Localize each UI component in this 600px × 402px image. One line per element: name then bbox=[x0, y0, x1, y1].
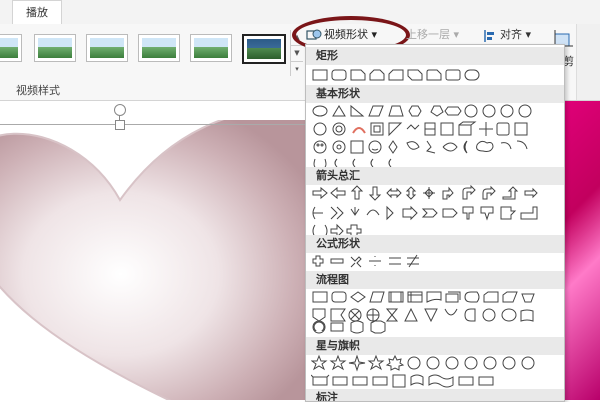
video-style-thumb-4[interactable] bbox=[138, 34, 180, 62]
resize-handle-top[interactable] bbox=[115, 120, 125, 130]
category-flowchart: 流程图 bbox=[306, 271, 564, 289]
align-label: 对齐 bbox=[500, 28, 522, 41]
shapes-stars-rows bbox=[311, 355, 551, 389]
category-rectangles: 矩形 bbox=[306, 47, 564, 65]
basic-shapes-icons[interactable] bbox=[311, 103, 541, 169]
gallery-more-icon[interactable]: ▾ bbox=[291, 62, 303, 77]
shapes-arrows-rows bbox=[311, 185, 551, 237]
video-styles-group-label: 视频样式 bbox=[16, 84, 60, 97]
video-style-thumb-3[interactable] bbox=[86, 34, 128, 62]
bring-forward-button[interactable]: 上移一层 ▾ bbox=[392, 24, 459, 46]
video-shape-dropdown: 矩形 基本形状 箭头总汇 公式形状 流程图 星与旗帜 标注 bbox=[305, 44, 565, 402]
category-block-arrows: 箭头总汇 bbox=[306, 167, 564, 185]
rectangle-shapes-icons[interactable] bbox=[311, 67, 481, 83]
flowchart-shapes-icons-row3[interactable] bbox=[311, 319, 391, 335]
tab-playback[interactable]: 播放 bbox=[12, 0, 62, 25]
dropdown-arrow-icon: ▾ bbox=[450, 28, 460, 41]
block-arrow-shapes-icons[interactable] bbox=[311, 185, 551, 237]
gallery-down-icon[interactable]: ▼ bbox=[291, 46, 303, 62]
ribbon-tab-bar bbox=[0, 0, 600, 25]
video-style-thumb-1[interactable] bbox=[0, 34, 22, 62]
align-button[interactable]: 对齐 ▾ bbox=[484, 24, 531, 46]
rotate-handle[interactable] bbox=[114, 104, 126, 116]
category-equation-shapes: 公式形状 bbox=[306, 235, 564, 253]
shapes-rectangles-row bbox=[311, 67, 481, 83]
stars-banners-shapes-icons[interactable] bbox=[311, 355, 551, 389]
video-style-thumb-6-selected[interactable] bbox=[242, 34, 286, 64]
equation-shapes-icons[interactable] bbox=[311, 253, 431, 269]
category-stars-banners: 星与旗帜 bbox=[306, 337, 564, 355]
selection-border bbox=[0, 124, 306, 125]
shapes-equation-row bbox=[311, 253, 431, 269]
shapes-flowchart-row-3 bbox=[311, 319, 391, 335]
shapes-basic-rows bbox=[311, 103, 541, 169]
bring-forward-label: 上移一层 bbox=[406, 28, 450, 41]
dropdown-arrow-icon: ▾ bbox=[522, 28, 532, 41]
heart-shaped-video[interactable] bbox=[0, 120, 320, 400]
video-style-thumb-2[interactable] bbox=[34, 34, 76, 62]
video-style-thumb-5[interactable] bbox=[190, 34, 232, 62]
category-basic-shapes: 基本形状 bbox=[306, 85, 564, 103]
ribbon-right-edge bbox=[576, 24, 600, 100]
category-callouts: 标注 bbox=[306, 389, 564, 401]
